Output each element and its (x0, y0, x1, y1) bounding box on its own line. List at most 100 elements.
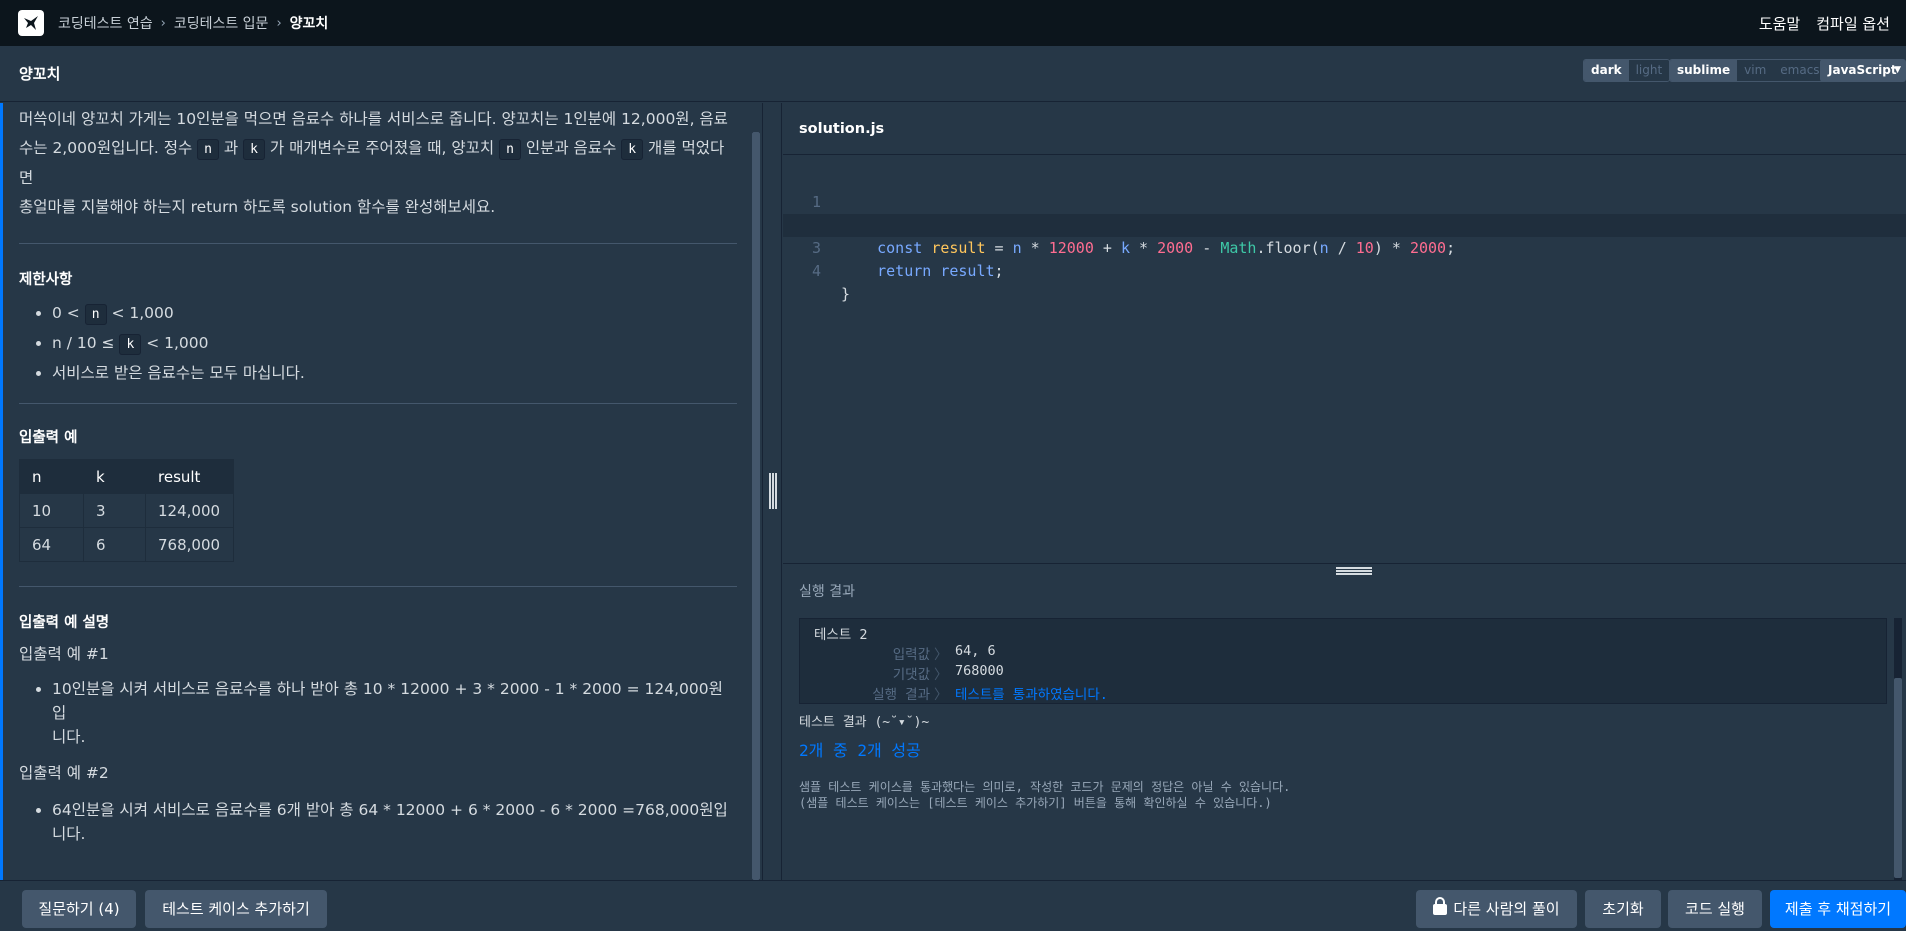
panel-resize-handle[interactable] (762, 103, 782, 880)
result-row-run: 실행 결과 〉 테스트를 통과하였습니다. (800, 683, 1400, 703)
scrollbar-thumb[interactable] (752, 132, 760, 880)
description-line: 수는 2,000원입니다. 정수 n 과 k 가 매개변수로 주어졌을 때, 양… (19, 134, 737, 193)
result-row-input: 입력값 〉 64, 6 (800, 643, 1400, 663)
divider (19, 586, 737, 587)
table-header-row: n k result (19, 459, 234, 494)
language-select[interactable]: JavaScript ▼ (1820, 59, 1906, 82)
question-button[interactable]: 질문하기 (4) (22, 890, 136, 928)
bottom-action-bar: 질문하기 (4) 테스트 케이스 추가하기 다른 사람의 풀이 초기화 코드 실… (0, 880, 1906, 931)
theme-toggle: dark light (1583, 59, 1671, 82)
chevron-right-icon: 〉 (934, 667, 948, 683)
add-testcase-button[interactable]: 테스트 케이스 추가하기 (145, 890, 327, 928)
chevron-right-icon: › (160, 15, 166, 31)
table-cell: 64 (19, 527, 84, 562)
editor-panel: solution.js 1 function solution(n, k) { … (783, 103, 1906, 880)
theme-dark-button[interactable]: dark (1584, 60, 1629, 81)
example-text: 64인분을 시켜 서비스로 음료수를 6개 받아 총 64 * 12000 + … (52, 801, 728, 819)
result-value: 768000 (955, 663, 1004, 679)
code-line-active: 3 return result; (783, 214, 1906, 280)
line-number: 4 (811, 262, 821, 280)
chevron-right-icon: › (276, 15, 282, 31)
result-row-expected: 기댓값 〉 768000 (800, 663, 1400, 683)
inline-code-n: n (84, 304, 107, 325)
chevron-right-icon: 〉 (934, 687, 948, 703)
constraint-text: < 1,000 (141, 334, 209, 352)
description-scrollbar[interactable] (752, 132, 760, 880)
lock-icon (1433, 897, 1448, 915)
example-2-list: 64인분을 시켜 서비스로 음료수를 6개 받아 총 64 * 12000 + … (19, 798, 737, 846)
others-solutions-button[interactable]: 다른 사람의 풀이 (1416, 890, 1577, 928)
programmers-logo-icon[interactable] (18, 10, 44, 36)
list-item: 10인분을 시켜 서비스로 음료수를 하나 받아 총 10 * 12000 + … (52, 677, 737, 749)
compile-options-link[interactable]: 컴파일 옵션 (1816, 13, 1890, 34)
output-resize-handle[interactable] (783, 563, 1906, 575)
keymap-vim-button[interactable]: vim (1737, 60, 1774, 81)
divider (19, 403, 737, 404)
result-value: 64, 6 (955, 643, 996, 659)
example-1-list: 10인분을 시켜 서비스로 음료수를 하나 받아 총 10 * 12000 + … (19, 677, 737, 749)
code-line: 2 const result = n * 12000 + k * 2000 - … (783, 191, 1906, 257)
table-row: 64 6 768,000 (19, 527, 234, 562)
problem-description: 머쓱이네 양꼬치 가게는 10인분을 먹으면 음료수 하나를 서비스로 줍니다.… (19, 105, 737, 222)
table-header: n (19, 459, 84, 494)
language-select-value: JavaScript (1828, 63, 1897, 77)
description-line: 총얼마를 지불해야 하는지 return 하도록 solution 함수를 완성… (19, 198, 496, 216)
result-label: 기댓값 (892, 667, 930, 683)
table-cell: 124,000 (145, 493, 234, 528)
test-result-box: 테스트 2 입력값 〉 64, 6 기댓값 〉 768000 실행 결과 〉 테… (799, 618, 1887, 704)
table-cell: 10 (19, 493, 84, 528)
result-label: 입력값 (892, 647, 930, 663)
chevron-right-icon: 〉 (934, 647, 948, 663)
description-line: 머쓱이네 양꼬치 가게는 10인분을 먹으면 음료수 하나를 서비스로 줍니다.… (19, 110, 728, 128)
others-solutions-label: 다른 사람의 풀이 (1453, 900, 1560, 918)
theme-light-button[interactable]: light (1628, 60, 1670, 81)
top-nav-bar: 코딩테스트 연습 › 코딩테스트 입문 › 양꼬치 도움말 컴파일 옵션 (0, 0, 1906, 46)
result-note: 샘플 테스트 케이스를 통과했다는 의미로, 작성한 코드가 문제의 정답은 아… (799, 780, 1291, 794)
reset-button[interactable]: 초기화 (1585, 890, 1661, 928)
example-text: 10인분을 시켜 서비스로 음료수를 하나 받아 총 10 * 12000 + … (52, 680, 723, 722)
caret-down-icon: ▼ (1894, 65, 1901, 75)
submit-button[interactable]: 제출 후 채점하기 (1770, 890, 1906, 928)
description-text: 과 (219, 139, 244, 157)
keymap-sublime-button[interactable]: sublime (1670, 60, 1738, 81)
constraints-heading: 제한사항 (19, 272, 73, 288)
io-example-table: n k result 10 3 124,000 64 6 768,000 (19, 459, 234, 562)
help-link[interactable]: 도움말 (1759, 13, 1800, 34)
table-header: result (145, 459, 234, 494)
constraint-text: < 1,000 (106, 304, 174, 322)
table-cell: 6 (83, 527, 146, 562)
inline-code-n: n (197, 139, 219, 160)
breadcrumb-coding-test-intro[interactable]: 코딩테스트 입문 (174, 13, 269, 33)
breadcrumb: 코딩테스트 연습 › 코딩테스트 입문 › 양꼬치 (58, 13, 328, 33)
code-editor[interactable]: 1 function solution(n, k) { 2 const resu… (783, 156, 1906, 566)
run-code-button[interactable]: 코드 실행 (1668, 890, 1762, 928)
constraints-list: 0 < n < 1,000 n / 10 ≤ k < 1,000 서비스로 받은… (19, 299, 737, 387)
vertical-grip-icon (769, 473, 777, 509)
constraint-text: n / 10 ≤ (52, 334, 120, 352)
result-pass-message: 테스트를 통과하였습니다. (955, 687, 1108, 703)
test-summary-value: 2개 중 2개 성공 (799, 741, 921, 760)
output-scrollbar[interactable] (1894, 618, 1902, 880)
table-cell: 768,000 (145, 527, 234, 562)
code-line: 1 function solution(n, k) { (783, 168, 1906, 234)
result-label: 실행 결과 (872, 687, 930, 703)
keymap-emacs-button[interactable]: emacs (1773, 60, 1827, 81)
table-cell: 3 (83, 493, 146, 528)
inline-code-n: n (499, 139, 521, 160)
example-1-title: 입출력 예 #1 (19, 645, 109, 663)
breadcrumb-coding-test-practice[interactable]: 코딩테스트 연습 (58, 13, 153, 33)
table-row: 10 3 124,000 (19, 493, 234, 528)
description-text: 인분과 음료수 (520, 139, 622, 157)
divider (19, 243, 737, 244)
test-case-title: 테스트 2 (814, 627, 868, 643)
io-explanation-heading: 입출력 예 설명 (19, 615, 110, 631)
table-header: k (83, 459, 146, 494)
inline-code-k: k (243, 139, 265, 160)
example-text: 니다. (52, 825, 86, 843)
problem-description-panel[interactable]: 머쓱이네 양꼬치 가게는 10인분을 먹으면 음료수 하나를 서비스로 줍니다.… (0, 103, 762, 880)
test-summary-label: 테스트 결과 (~˘▾˘)~ (799, 715, 930, 730)
inline-code-k: k (621, 139, 644, 160)
example-2-title: 입출력 예 #2 (19, 764, 109, 782)
scrollbar-thumb[interactable] (1894, 678, 1902, 878)
description-text: 가 매개변수로 주어졌을 때, 양꼬치 (264, 139, 500, 157)
